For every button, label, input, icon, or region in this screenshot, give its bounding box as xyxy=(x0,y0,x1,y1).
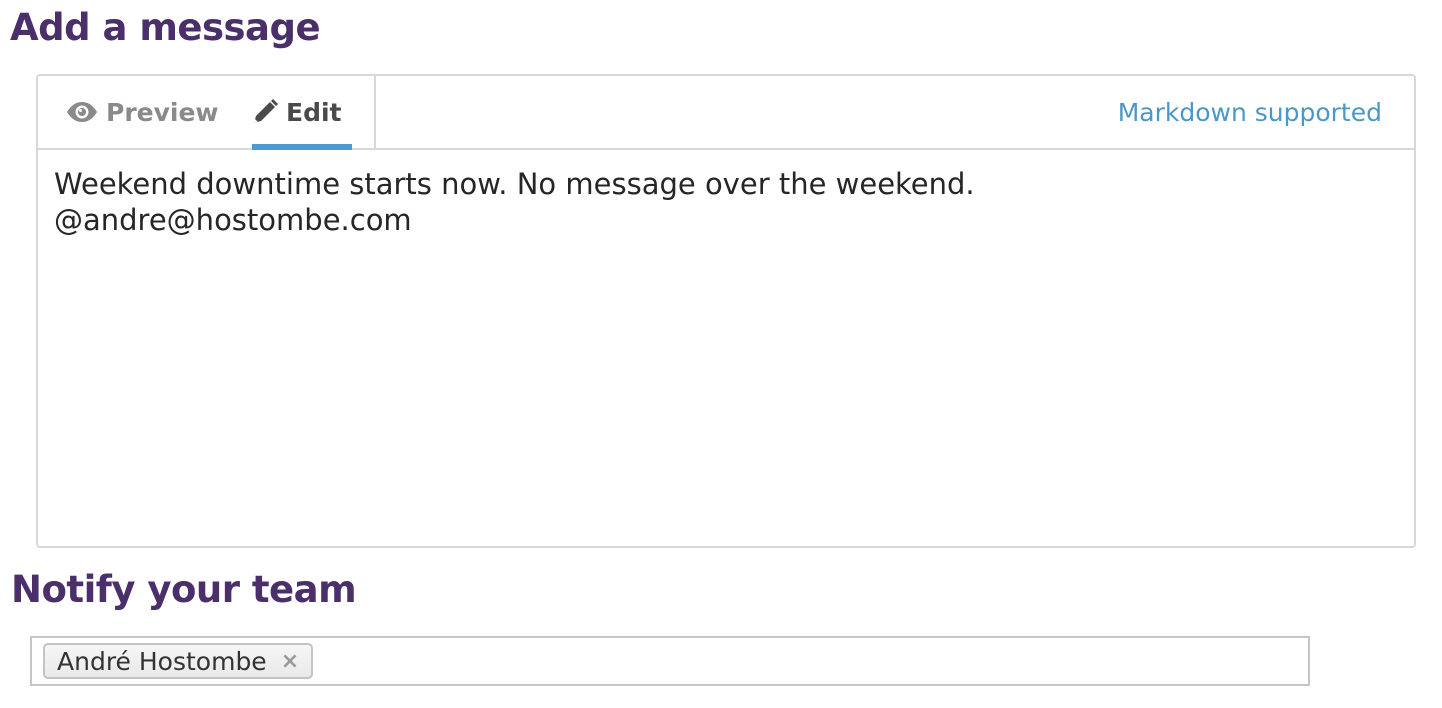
editor-tab-bar: Preview Edit Markdown supported xyxy=(38,76,1414,150)
eye-icon xyxy=(67,102,97,122)
markdown-supported-link[interactable]: Markdown supported xyxy=(1118,98,1382,127)
notify-team-heading: Notify your team xyxy=(11,568,357,611)
message-editor: Preview Edit Markdown supported Weekend … xyxy=(36,74,1416,548)
tab-edit[interactable]: Edit xyxy=(252,76,352,150)
recipients-input[interactable]: André Hostombe × xyxy=(30,636,1310,686)
tab-preview-label: Preview xyxy=(106,97,219,127)
recipient-name: André Hostombe xyxy=(57,646,267,676)
pencil-icon xyxy=(254,99,278,123)
tab-preview[interactable]: Preview xyxy=(66,76,219,148)
message-textarea[interactable]: Weekend downtime starts now. No message … xyxy=(54,166,1398,536)
recipient-chip: André Hostombe × xyxy=(43,643,314,679)
editor-tabs: Preview Edit xyxy=(38,76,376,150)
add-message-heading: Add a message xyxy=(10,6,321,49)
remove-recipient-icon[interactable]: × xyxy=(281,649,299,674)
tab-edit-label: Edit xyxy=(286,97,342,127)
